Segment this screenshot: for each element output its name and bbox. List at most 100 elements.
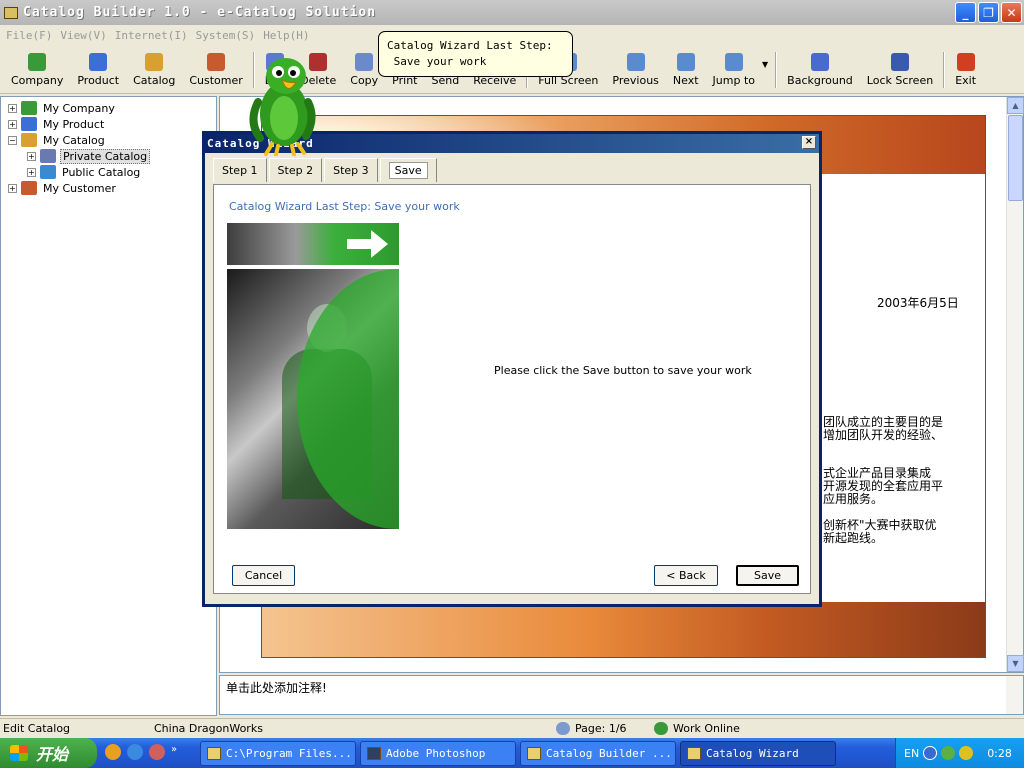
outlook-icon[interactable] — [149, 744, 165, 760]
tree-node-my-catalog[interactable]: − My Catalog — [1, 132, 216, 148]
note-input[interactable]: 单击此处添加注释! — [219, 675, 1024, 715]
public-catalog-icon — [40, 165, 56, 179]
menu-view[interactable]: View(V) — [58, 29, 112, 42]
tree-node-my-customer[interactable]: + My Customer — [1, 180, 216, 196]
catalog-icon — [21, 133, 37, 147]
tab-step-1[interactable]: Step 1 — [213, 158, 267, 182]
tree-node-label: My Company — [43, 101, 115, 115]
cancel-button[interactable]: Cancel — [232, 565, 295, 586]
expand-icon[interactable]: + — [27, 151, 36, 161]
toolbar-customer-button[interactable]: Customer — [182, 47, 249, 93]
toolbar-label: Copy — [350, 74, 379, 87]
page-paragraph: 式企业产品目录集成 开源发现的全套应用平 应用服务。 — [823, 467, 944, 506]
assistant-balloon: Catalog Wizard Last Step: Save your work — [378, 31, 573, 77]
page-footer-banner — [262, 602, 985, 657]
toolbar-label: Product — [77, 74, 120, 87]
task-catalog-wizard[interactable]: Catalog Wizard — [680, 741, 836, 766]
expand-icon[interactable]: + — [8, 119, 17, 129]
restore-button[interactable]: ❐ — [978, 2, 999, 23]
scroll-down-icon[interactable]: ▼ — [1007, 655, 1024, 672]
expand-icon[interactable]: + — [8, 183, 17, 193]
task-catalog-builder[interactable]: Catalog Builder ... — [520, 741, 676, 766]
tab-step-3[interactable]: Step 3 — [324, 158, 378, 182]
toolbar-exit-button[interactable]: Exit — [948, 47, 983, 93]
internet-explorer-icon[interactable] — [127, 744, 143, 760]
status-page: Page: 1/6 — [556, 722, 627, 735]
tab-step-2[interactable]: Step 2 — [268, 158, 323, 182]
wizard-heading: Catalog Wizard Last Step: Save your work — [229, 200, 460, 213]
toolbar-label: Catalog — [133, 74, 176, 87]
toolbar-separator — [943, 52, 946, 88]
scroll-thumb[interactable] — [1008, 115, 1023, 201]
document-scrollbar[interactable]: ▲ ▼ — [1006, 97, 1024, 672]
tab-save[interactable]: Save — [379, 158, 437, 182]
status-connection-text: Work Online — [673, 722, 740, 735]
menu-file[interactable]: File(F) — [4, 29, 58, 42]
tray-parrot-icon[interactable] — [941, 746, 956, 760]
back-button[interactable]: < Back — [654, 565, 718, 586]
wizard-tabs: Step 1 Step 2 Step 3 Save — [213, 158, 439, 182]
page-icon — [556, 722, 570, 735]
toolbar-catalog-button[interactable]: Catalog — [126, 47, 182, 93]
copy-icon — [355, 53, 374, 71]
status-page-text: Page: 1/6 — [575, 722, 627, 735]
expand-icon[interactable]: + — [8, 103, 17, 113]
note-scrollbar[interactable] — [1006, 676, 1023, 714]
tree-node-my-product[interactable]: + My Product — [1, 116, 216, 132]
toolbar-jump-button[interactable]: Jump to — [706, 47, 762, 93]
media-player-icon[interactable] — [105, 744, 121, 760]
taskbar: 开始 » C:\Program Files... Adobe Photoshop… — [0, 738, 1024, 768]
wizard-close-button[interactable]: × — [802, 136, 816, 149]
expand-icon[interactable]: + — [27, 167, 36, 177]
close-button[interactable]: ✕ — [1001, 2, 1022, 23]
tray-app-icon[interactable] — [959, 746, 974, 760]
tree-node-my-company[interactable]: + My Company — [1, 100, 216, 116]
task-label: Catalog Wizard — [706, 747, 799, 760]
task-label: Catalog Builder ... — [546, 747, 672, 760]
private-catalog-icon — [40, 149, 56, 163]
task-program-files[interactable]: C:\Program Files... — [200, 741, 356, 766]
app-icon — [4, 6, 18, 19]
tab-label: Save — [388, 162, 428, 179]
window-title-bar[interactable]: Catalog Builder 1.0 - e-Catalog Solution… — [0, 0, 1024, 25]
language-indicator[interactable]: EN — [904, 747, 919, 760]
system-tray: EN 0:28 — [895, 738, 1024, 768]
toolbar-label: Background — [787, 74, 853, 87]
exit-icon — [956, 53, 975, 71]
more-icon[interactable]: » — [171, 744, 177, 760]
menu-internet[interactable]: Internet(I) — [113, 29, 194, 42]
app-icon — [527, 747, 541, 760]
save-button[interactable]: Save — [736, 565, 799, 586]
toolbar-product-button[interactable]: Product — [70, 47, 126, 93]
toolbar-next-button[interactable]: Next — [666, 47, 706, 93]
wizard-illustration — [227, 223, 399, 529]
background-icon — [810, 53, 829, 71]
toolbar-previous-button[interactable]: Previous — [605, 47, 666, 93]
toolbar-label: Customer — [189, 74, 243, 87]
tree-node-public-catalog[interactable]: + Public Catalog — [1, 164, 216, 180]
start-button[interactable]: 开始 — [0, 738, 97, 768]
scroll-up-icon[interactable]: ▲ — [1007, 97, 1024, 114]
minimize-button[interactable]: _ — [955, 2, 976, 23]
collapse-icon[interactable]: − — [8, 135, 17, 145]
page-date: 2003年6月5日 — [877, 296, 959, 310]
online-icon — [654, 722, 668, 735]
tree-node-private-catalog[interactable]: + Private Catalog — [1, 148, 216, 164]
toolbar-company-button[interactable]: Company — [4, 47, 70, 93]
navigation-tree: + My Company + My Product − My Catalog +… — [0, 96, 217, 716]
clock: 0:28 — [987, 746, 1012, 760]
parrot-assistant-icon[interactable] — [246, 52, 318, 156]
task-photoshop[interactable]: Adobe Photoshop — [360, 741, 516, 766]
note-placeholder: 单击此处添加注释! — [226, 681, 327, 695]
toolbar-background-button[interactable]: Background — [780, 47, 860, 93]
jump-dropdown-icon[interactable]: ▼ — [762, 60, 772, 93]
window-controls: _ ❐ ✕ — [955, 2, 1022, 23]
menu-system[interactable]: System(S) — [194, 29, 262, 42]
toolbar-lock-screen-button[interactable]: Lock Screen — [860, 47, 940, 93]
menu-help[interactable]: Help(H) — [261, 29, 315, 42]
tree-node-label: Public Catalog — [62, 165, 141, 179]
toolbar-label: Company — [11, 74, 64, 87]
toolbar-label: Exit — [955, 74, 977, 87]
tree-node-label: My Customer — [43, 181, 116, 195]
tray-arrow-icon[interactable] — [923, 746, 938, 760]
